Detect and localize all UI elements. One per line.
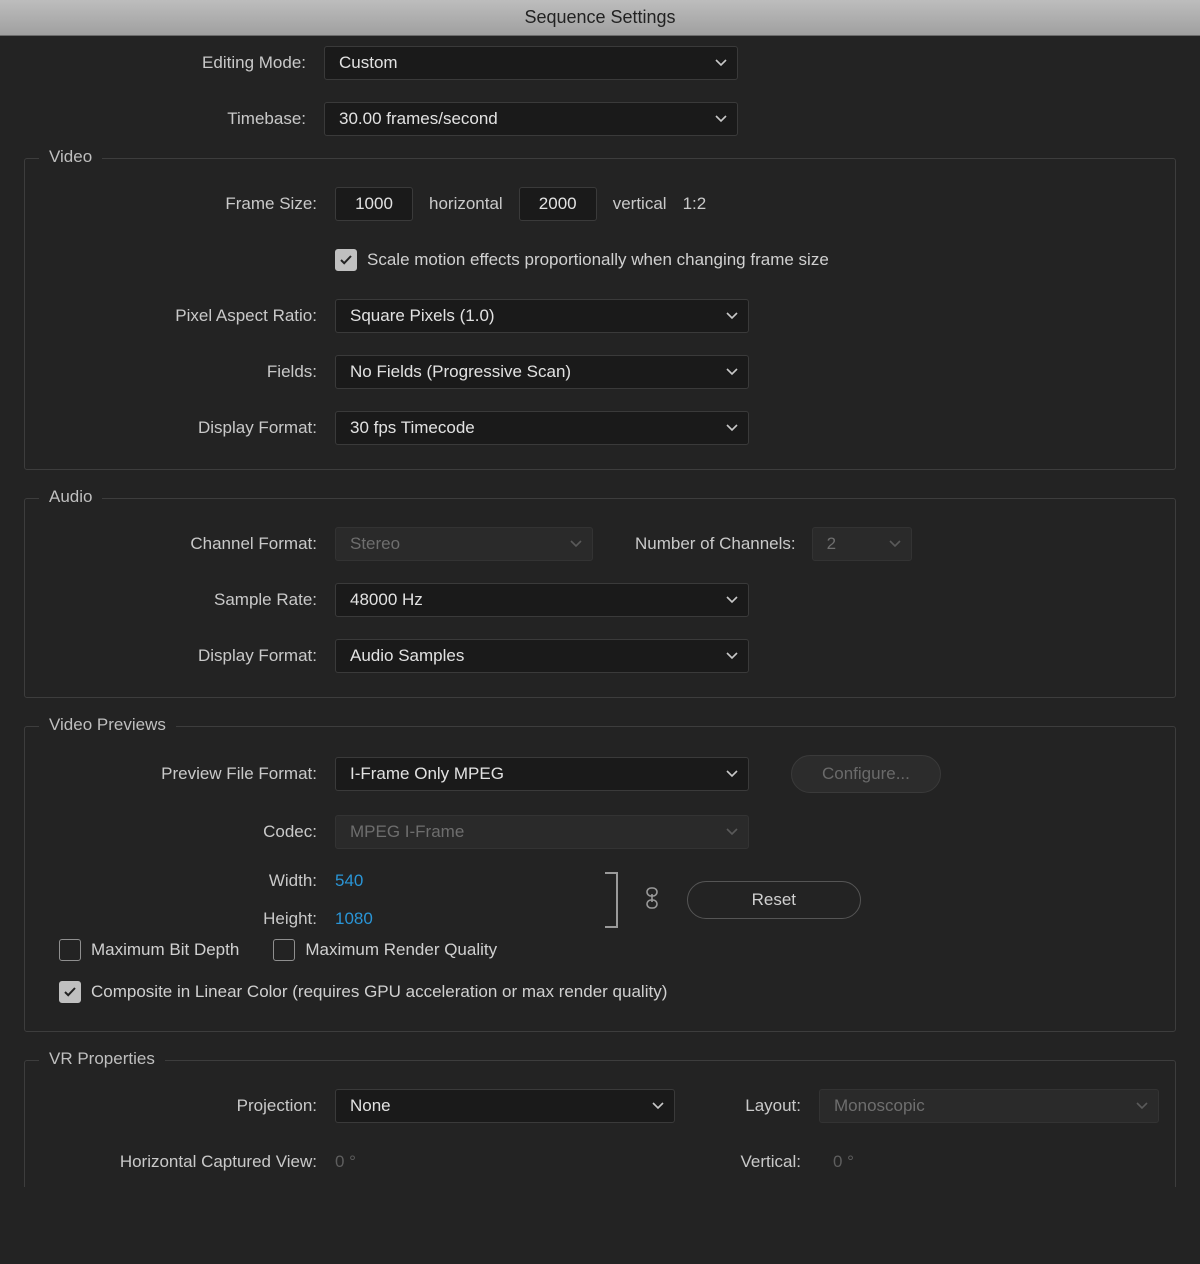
vr-properties-group: VR Properties Projection: None Layout: M…	[24, 1060, 1176, 1187]
composite-linear-checkbox[interactable]	[59, 981, 81, 1003]
max-bit-depth-label: Maximum Bit Depth	[91, 940, 239, 960]
sample-rate-dropdown[interactable]: 48000 Hz	[335, 583, 749, 617]
layout-value: Monoscopic	[834, 1096, 925, 1116]
chevron-down-icon	[652, 1102, 664, 1110]
editing-mode-label: Editing Mode:	[14, 53, 324, 73]
layout-label: Layout:	[699, 1096, 819, 1116]
num-channels-dropdown: 2	[812, 527, 912, 561]
audio-group: Audio Channel Format: Stereo Number of C…	[24, 498, 1176, 698]
chevron-down-icon	[726, 596, 738, 604]
video-display-format-value: 30 fps Timecode	[350, 418, 475, 438]
hcaptured-view-value: 0 °	[335, 1152, 356, 1172]
chevron-down-icon	[715, 59, 727, 67]
preview-file-format-value: I-Frame Only MPEG	[350, 764, 504, 784]
chevron-down-icon	[726, 828, 738, 836]
hcaptured-view-label: Horizontal Captured View:	[25, 1152, 335, 1172]
dialog-title: Sequence Settings	[524, 7, 675, 28]
chevron-down-icon	[726, 368, 738, 376]
video-legend: Video	[39, 147, 102, 167]
configure-label: Configure...	[822, 764, 910, 784]
projection-label: Projection:	[25, 1096, 335, 1116]
vr-legend: VR Properties	[39, 1049, 165, 1069]
codec-value: MPEG I-Frame	[350, 822, 464, 842]
dialog-titlebar: Sequence Settings	[0, 0, 1200, 36]
par-value: Square Pixels (1.0)	[350, 306, 495, 326]
layout-dropdown: Monoscopic	[819, 1089, 1159, 1123]
num-channels-label: Number of Channels:	[635, 534, 796, 554]
fields-label: Fields:	[25, 362, 335, 382]
video-group: Video Frame Size: horizontal vertical 1:…	[24, 158, 1176, 470]
chevron-down-icon	[570, 540, 582, 548]
max-render-quality-label: Maximum Render Quality	[305, 940, 497, 960]
audio-display-format-value: Audio Samples	[350, 646, 464, 666]
chevron-down-icon	[1136, 1102, 1148, 1110]
scale-motion-label: Scale motion effects proportionally when…	[367, 250, 829, 270]
codec-label: Codec:	[25, 822, 335, 842]
max-bit-depth-checkbox[interactable]	[59, 939, 81, 961]
video-display-format-label: Display Format:	[25, 418, 335, 438]
preview-height-value[interactable]: 1080	[335, 909, 373, 929]
audio-display-format-dropdown[interactable]: Audio Samples	[335, 639, 749, 673]
aspect-ratio-text: 1:2	[683, 194, 707, 214]
chevron-down-icon	[715, 115, 727, 123]
video-previews-group: Video Previews Preview File Format: I-Fr…	[24, 726, 1176, 1032]
par-dropdown[interactable]: Square Pixels (1.0)	[335, 299, 749, 333]
sample-rate-label: Sample Rate:	[25, 590, 335, 610]
preview-file-format-dropdown[interactable]: I-Frame Only MPEG	[335, 757, 749, 791]
chevron-down-icon	[726, 770, 738, 778]
chevron-down-icon	[726, 652, 738, 660]
preview-file-format-label: Preview File Format:	[25, 764, 335, 784]
timebase-label: Timebase:	[14, 109, 324, 129]
num-channels-value: 2	[827, 534, 836, 554]
channel-format-value: Stereo	[350, 534, 400, 554]
reset-label: Reset	[752, 890, 796, 910]
composite-linear-label: Composite in Linear Color (requires GPU …	[91, 982, 667, 1002]
editing-mode-dropdown[interactable]: Custom	[324, 46, 738, 80]
scale-motion-checkbox[interactable]	[335, 249, 357, 271]
preview-width-label: Width:	[269, 871, 335, 891]
channel-format-label: Channel Format:	[25, 534, 335, 554]
frame-height-input[interactable]	[519, 187, 597, 221]
fields-value: No Fields (Progressive Scan)	[350, 362, 571, 382]
vcaptured-value: 0 °	[833, 1152, 854, 1171]
audio-display-format-label: Display Format:	[25, 646, 335, 666]
channel-format-dropdown: Stereo	[335, 527, 593, 561]
link-icon[interactable]	[643, 886, 661, 915]
audio-legend: Audio	[39, 487, 102, 507]
timebase-dropdown[interactable]: 30.00 frames/second	[324, 102, 738, 136]
frame-width-input[interactable]	[335, 187, 413, 221]
codec-dropdown: MPEG I-Frame	[335, 815, 749, 849]
reset-button[interactable]: Reset	[687, 881, 861, 919]
preview-width-value[interactable]: 540	[335, 871, 363, 891]
chevron-down-icon	[726, 312, 738, 320]
timebase-value: 30.00 frames/second	[339, 109, 498, 129]
chevron-down-icon	[889, 540, 901, 548]
horizontal-text: horizontal	[429, 194, 503, 214]
bracket-icon	[603, 871, 625, 929]
chevron-down-icon	[726, 424, 738, 432]
preview-height-label: Height:	[263, 909, 335, 929]
frame-size-label: Frame Size:	[25, 194, 335, 214]
sample-rate-value: 48000 Hz	[350, 590, 423, 610]
vcaptured-label: Vertical:	[699, 1152, 819, 1172]
vertical-text: vertical	[613, 194, 667, 214]
par-label: Pixel Aspect Ratio:	[25, 306, 335, 326]
fields-dropdown[interactable]: No Fields (Progressive Scan)	[335, 355, 749, 389]
configure-button: Configure...	[791, 755, 941, 793]
projection-value: None	[350, 1096, 391, 1116]
video-previews-legend: Video Previews	[39, 715, 176, 735]
projection-dropdown[interactable]: None	[335, 1089, 675, 1123]
video-display-format-dropdown[interactable]: 30 fps Timecode	[335, 411, 749, 445]
editing-mode-value: Custom	[339, 53, 398, 73]
max-render-quality-checkbox[interactable]	[273, 939, 295, 961]
